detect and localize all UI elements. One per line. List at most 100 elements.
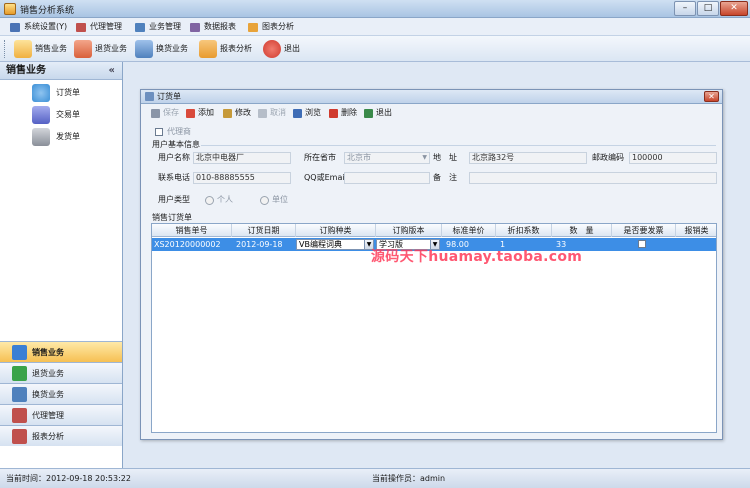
sidebar-item-trade[interactable]: 交易单 xyxy=(32,105,80,125)
sidebar: 销售业务 « 订货单 交易单 发货单 销售业务 退货业务 换货业务 代理管理 报… xyxy=(0,62,123,468)
toolbar-sales-button[interactable]: 销售业务 xyxy=(14,38,67,60)
exit-button[interactable]: 退出 xyxy=(364,106,392,120)
invoice-checkbox[interactable] xyxy=(638,240,646,248)
minimize-button[interactable]: – xyxy=(674,1,696,16)
status-bar: 当前时间：2012-09-18 20:53:22 当前操作员：admin xyxy=(0,468,750,488)
col-order-no[interactable]: 销售单号 xyxy=(152,224,232,237)
tools-icon xyxy=(32,128,50,146)
menu-agent-management[interactable]: 代理管理 xyxy=(76,20,122,34)
user-name-label: 用户名称 xyxy=(158,153,190,162)
report-icon xyxy=(199,40,217,58)
nav-label: 换货业务 xyxy=(32,390,64,399)
agent-checkbox-label: 代理商 xyxy=(167,127,191,136)
toolbar-label: 报表分析 xyxy=(220,44,252,53)
exit-icon xyxy=(364,109,373,118)
exchange-icon xyxy=(12,387,27,402)
col-quantity[interactable]: 数 量 xyxy=(552,224,612,237)
user-name-field[interactable]: 北京中电器厂 xyxy=(193,152,291,164)
menu-chart-analysis[interactable]: 图表分析 xyxy=(248,20,294,34)
maximize-button[interactable]: □ xyxy=(697,1,719,16)
sidebar-title: 销售业务 xyxy=(6,65,46,76)
cancel-icon xyxy=(258,109,267,118)
add-button[interactable]: 添加 xyxy=(186,106,214,120)
toolbar-report-button[interactable]: 报表分析 xyxy=(199,38,252,60)
sidebar-item-label: 订货单 xyxy=(56,88,80,97)
report-icon xyxy=(12,429,27,444)
toolbar-label: 退货业务 xyxy=(95,44,127,53)
chart-icon xyxy=(248,23,258,32)
nav-sales[interactable]: 销售业务 xyxy=(0,341,122,362)
menu-data-reports[interactable]: 数据报表 xyxy=(190,20,236,34)
exit-icon xyxy=(263,40,281,58)
nav-label: 报表分析 xyxy=(32,432,64,441)
toolbar-handle[interactable] xyxy=(4,40,7,58)
qq-email-label: QQ或Email xyxy=(304,173,347,182)
button-label: 浏览 xyxy=(305,108,321,117)
toolbar-return-button[interactable]: 退货业务 xyxy=(74,38,127,60)
user-type-personal-radio[interactable] xyxy=(205,196,214,205)
col-reimburse[interactable]: 报销类 xyxy=(676,224,716,237)
col-order-type[interactable]: 订购种类 xyxy=(296,224,376,237)
toolbar-exchange-button[interactable]: 换货业务 xyxy=(135,38,188,60)
toolbar-exit-button[interactable]: 退出 xyxy=(263,38,300,60)
address-field[interactable]: 北京路32号 xyxy=(469,152,587,164)
nav-exchange[interactable]: 换货业务 xyxy=(0,383,122,404)
order-window-close-button[interactable]: ✕ xyxy=(704,91,719,102)
trade-icon xyxy=(32,106,50,124)
user-type-label: 用户类型 xyxy=(158,195,190,204)
col-price[interactable]: 标准单价 xyxy=(442,224,496,237)
menu-label: 数据报表 xyxy=(204,22,236,31)
nav-return[interactable]: 退货业务 xyxy=(0,362,122,383)
user-type-company-label: 单位 xyxy=(272,195,288,204)
toolbar-label: 换货业务 xyxy=(156,44,188,53)
browse-button[interactable]: 浏览 xyxy=(293,106,321,120)
menu-label: 代理管理 xyxy=(90,22,122,31)
save-icon xyxy=(151,109,160,118)
col-invoice[interactable]: 是否要发票 xyxy=(612,224,676,237)
col-version[interactable]: 订购版本 xyxy=(376,224,442,237)
sidebar-item-label: 交易单 xyxy=(56,110,80,119)
add-icon xyxy=(186,109,195,118)
sidebar-item-delivery[interactable]: 发货单 xyxy=(32,127,80,147)
cancel-button[interactable]: 取消 xyxy=(258,106,286,120)
button-label: 添加 xyxy=(198,108,214,117)
status-operator: 当前操作员：admin xyxy=(372,474,446,483)
postcode-field[interactable]: 100000 xyxy=(629,152,717,164)
title-bar: 销售分析系统 – □ ✕ xyxy=(0,0,750,18)
menu-label: 业务管理 xyxy=(149,22,181,31)
save-button[interactable]: 保存 xyxy=(151,106,179,120)
user-type-personal-label: 个人 xyxy=(217,195,233,204)
button-label: 修改 xyxy=(235,108,251,117)
close-button[interactable]: ✕ xyxy=(720,1,748,16)
phone-field[interactable]: 010-88885555 xyxy=(193,172,291,184)
province-select[interactable]: 北京市 ▼ xyxy=(344,152,430,164)
button-label: 退出 xyxy=(376,108,392,117)
menu-business-management[interactable]: 业务管理 xyxy=(135,20,181,34)
order-window-title: 订货单 xyxy=(157,92,181,101)
cell-order-no: XS20120000002 xyxy=(154,240,221,249)
delete-icon xyxy=(329,109,338,118)
col-discount[interactable]: 折扣系数 xyxy=(496,224,552,237)
check-icon xyxy=(12,366,27,381)
toolbar-label: 销售业务 xyxy=(35,44,67,53)
edit-button[interactable]: 修改 xyxy=(223,106,251,120)
nav-agent[interactable]: 代理管理 xyxy=(0,404,122,425)
remark-field[interactable] xyxy=(469,172,717,184)
qq-email-field[interactable] xyxy=(344,172,430,184)
menu-label: 图表分析 xyxy=(262,22,294,31)
nav-label: 代理管理 xyxy=(32,411,64,420)
collapse-icon[interactable]: « xyxy=(109,62,115,80)
province-value: 北京市 xyxy=(347,153,371,162)
chevron-down-icon: ▼ xyxy=(422,154,427,161)
watermark-text: 源码天下huamay.taoba.com xyxy=(371,249,583,265)
user-type-company-radio[interactable] xyxy=(260,196,269,205)
menu-system-settings[interactable]: 系统设置(Y) xyxy=(10,20,67,34)
cell-order-type-select[interactable]: VB编程词典 ▼ xyxy=(296,239,374,250)
delete-button[interactable]: 删除 xyxy=(329,106,357,120)
agent-checkbox[interactable] xyxy=(155,128,163,136)
main-toolbar: 销售业务 退货业务 换货业务 报表分析 退出 xyxy=(0,36,750,62)
nav-report[interactable]: 报表分析 xyxy=(0,425,122,446)
sidebar-item-order[interactable]: 订货单 xyxy=(32,83,80,103)
postcode-label: 邮政编码 xyxy=(592,153,624,162)
col-order-date[interactable]: 订货日期 xyxy=(232,224,296,237)
